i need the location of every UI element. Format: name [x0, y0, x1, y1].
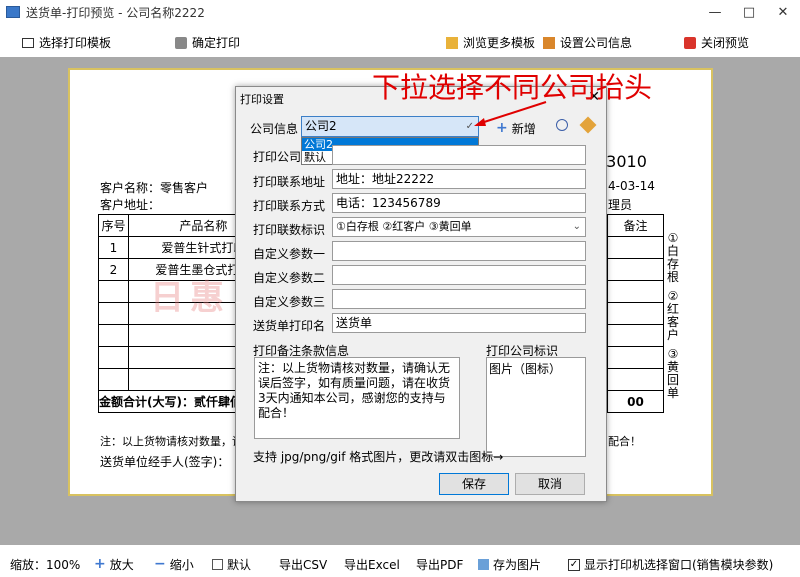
page-icon — [212, 559, 223, 570]
header-cell: 备注 — [607, 214, 664, 237]
show-printer-checkbox[interactable]: ✓ 显示打印机选择窗口(销售模块参数) — [568, 556, 773, 573]
contact-label: 打印联系方式 — [253, 199, 326, 213]
minus-icon: − — [154, 556, 166, 572]
export-excel-button[interactable]: 导出Excel — [344, 556, 400, 573]
minimize-button[interactable]: — — [698, 0, 732, 24]
print-settings-dialog: 打印设置 ✕ 公司信息 公司2 ✓ 公司2 默认 + 新增 打印公司 打印联系地… — [235, 86, 607, 502]
close-circle-icon — [684, 36, 696, 49]
logo-image-box[interactable]: 图片（图标） — [486, 357, 586, 457]
header-cell: 序号 — [98, 214, 129, 237]
mark-select[interactable]: ①白存根 ②红客户 ③黄回单 ⌄ — [332, 217, 586, 237]
image-icon — [478, 559, 489, 570]
custom1-label: 自定义参数一 — [253, 247, 326, 261]
print-name-field[interactable]: 送货单 — [332, 313, 586, 333]
custom1-field[interactable] — [332, 241, 586, 261]
settings-icon[interactable] — [579, 116, 597, 134]
print-company-field[interactable] — [332, 145, 586, 165]
custom3-label: 自定义参数三 — [253, 295, 326, 309]
browse-templates-button[interactable]: 浏览更多模板 — [446, 34, 535, 51]
app-icon — [6, 6, 20, 18]
export-pdf-button[interactable]: 导出PDF — [416, 556, 463, 573]
window-title: 送货单-打印预览 - 公司名称2222 — [26, 5, 205, 20]
customer-name: 客户名称：零售客户 — [100, 181, 209, 195]
customer-address: 客户地址： — [100, 198, 161, 212]
company-info-button[interactable]: 设置公司信息 — [543, 34, 632, 51]
folder-icon — [446, 36, 458, 49]
address-field[interactable]: 地址：地址22222 — [332, 169, 586, 189]
monitor-icon — [22, 37, 34, 48]
remark-textarea[interactable]: 注：以上货物请核对数量，请确认无误后签字，如有质量问题，请在收货3天内通知本公司… — [254, 357, 460, 439]
signer-label: 送货单位经手人(签字)： — [100, 455, 230, 469]
home-icon — [543, 36, 555, 49]
zoom-out-button[interactable]: − 缩小 — [154, 556, 194, 573]
zoom-level: 缩放：100% — [10, 558, 81, 572]
company-select[interactable]: 公司2 ✓ — [301, 116, 479, 137]
maximize-button[interactable]: □ — [732, 0, 766, 24]
chevron-down-icon: ⌄ — [572, 221, 581, 232]
footnote-end: 配合！ — [608, 435, 641, 448]
print-name-label: 送货单打印名 — [253, 319, 326, 333]
print-company-label: 打印公司 — [253, 150, 302, 164]
clock-icon[interactable] — [556, 119, 568, 131]
contact-field[interactable]: 电话：123456789 — [332, 193, 586, 213]
company-label: 公司信息 — [250, 122, 299, 136]
export-csv-button[interactable]: 导出CSV — [279, 556, 327, 573]
image-hint: 支持 jpg/png/gif 格式图片，更改请双击图标→ — [253, 450, 504, 464]
save-button[interactable]: 保存 — [439, 473, 509, 495]
footnote: 注：以上货物请核对数量，请 — [100, 435, 243, 448]
confirm-print-button[interactable]: 确定打印 — [175, 34, 240, 51]
zoom-in-button[interactable]: + 放大 — [94, 556, 134, 573]
custom3-field[interactable] — [332, 289, 586, 309]
custom2-field[interactable] — [332, 265, 586, 285]
save-image-button[interactable]: 存为图片 — [478, 556, 541, 573]
address-label: 打印联系地址 — [253, 175, 326, 189]
close-preview-button[interactable]: 关闭预览 — [684, 34, 749, 51]
status-bar: 缩放：100% + 放大 − 缩小 默认 导出CSV 导出Excel 导出PDF… — [0, 548, 800, 577]
printer-icon — [175, 36, 187, 49]
default-zoom-button[interactable]: 默认 — [212, 556, 251, 573]
doc-date: 4-03-14 — [608, 179, 655, 193]
select-template-button[interactable]: 选择打印模板 — [22, 34, 111, 51]
toolbar: 选择打印模板 确定打印 浏览更多模板 设置公司信息 关闭预览 — [0, 26, 800, 56]
title-bar: 送货单-打印预览 - 公司名称2222 — □ ✕ — [0, 0, 800, 24]
checkbox-checked-icon: ✓ — [568, 558, 580, 571]
doc-staff: 理员 — [608, 198, 633, 212]
plus-icon: + — [94, 556, 106, 572]
side-labels: ①白存根 ②红客户 ③黄回单 — [666, 231, 679, 400]
mark-label: 打印联数标识 — [253, 223, 326, 237]
annotation-text: 下拉选择不同公司抬头 — [372, 71, 653, 104]
close-button[interactable]: ✕ — [766, 0, 800, 24]
cancel-button[interactable]: 取消 — [515, 473, 585, 495]
total-amount: 00 — [607, 390, 664, 413]
dialog-title: 打印设置 — [240, 93, 284, 106]
custom2-label: 自定义参数二 — [253, 271, 326, 285]
